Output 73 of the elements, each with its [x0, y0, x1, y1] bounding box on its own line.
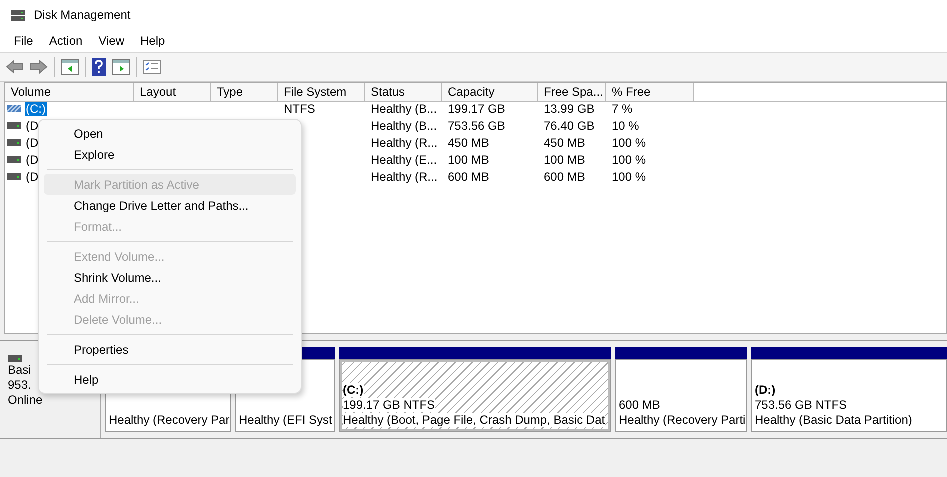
table-cell-text: 753.56 GB: [447, 118, 506, 132]
disk-info-text: Online: [8, 393, 43, 407]
partition-text: Healthy (Basic Data Partition): [755, 413, 912, 427]
window-title: Disk Management: [34, 8, 131, 22]
table-cell-text: 600 MB: [447, 170, 490, 184]
column-header[interactable]: File System: [278, 83, 365, 102]
back-arrow-icon[interactable]: [6, 60, 24, 74]
partition-text: 199.17 GB NTFS: [343, 398, 436, 412]
column-header[interactable]: Type: [211, 83, 278, 102]
forward-arrow-icon[interactable]: [30, 60, 48, 74]
table-cell-text: 100 %: [611, 136, 648, 150]
drive-icon: [7, 139, 21, 146]
table-cell-text: Healthy (B...: [370, 102, 438, 116]
partition-text: Healthy (Recovery Par: [109, 413, 230, 427]
table-cell-text: 7 %: [611, 102, 634, 116]
partition-text: 600 MB: [619, 398, 660, 412]
context-menu-item[interactable]: Shrink Volume...: [44, 267, 296, 288]
table-cell-text: 450 MB: [447, 136, 490, 150]
table-cell-text: Healthy (R...: [370, 136, 439, 150]
table-cell-text: 76.40 GB: [543, 118, 596, 132]
drive-label[interactable]: (D: [25, 152, 40, 166]
column-header[interactable]: Status: [365, 83, 442, 102]
table-cell-text: Healthy (B...: [370, 118, 438, 132]
table-cell-text: 450 MB: [543, 136, 586, 150]
table-cell-text: Healthy (E...: [370, 152, 438, 166]
partition-block[interactable]: (D:) 753.56 GB NTFS Healthy (Basic Data Partition): [751, 359, 947, 432]
table-cell-text: 600 MB: [543, 170, 586, 184]
table-cell-text: 100 %: [611, 152, 648, 166]
volume-icon: [7, 105, 21, 112]
drive-label[interactable]: (D: [25, 170, 40, 184]
partition-block[interactable]: (C:) 199.17 GB NTFS Healthy (Boot, Page File, Crash Dump, Basic Dat: [339, 359, 611, 432]
menu-item[interactable]: File: [6, 34, 42, 48]
panel-icon[interactable]: [112, 59, 130, 75]
table-cell-text: NTFS: [283, 102, 316, 116]
partition-name: (D:): [755, 383, 776, 397]
drive-icon: [7, 122, 21, 129]
partition-text: 753.56 GB NTFS: [755, 398, 848, 412]
column-header[interactable]: Capacity: [442, 83, 538, 102]
partition-text: Healthy (Boot, Page File, Crash Dump, Basic Dat: [343, 413, 606, 427]
menu-item[interactable]: Action: [41, 34, 91, 48]
table-cell-text: 199.17 GB: [447, 102, 506, 116]
context-menu-item[interactable]: Properties: [44, 339, 296, 360]
menu-item[interactable]: View: [90, 34, 132, 48]
menu-item[interactable]: Help: [132, 34, 174, 48]
panel-icon[interactable]: [61, 59, 79, 75]
table-cell-text: 13.99 GB: [543, 102, 596, 116]
table-cell-text: 100 %: [611, 170, 648, 184]
partition-text: Healthy (Recovery Parti: [619, 413, 746, 427]
drive-icon: [8, 355, 22, 362]
table-cell-text: 10 %: [611, 118, 640, 132]
drive-label[interactable]: (C:): [25, 102, 47, 116]
partition-name: (C:): [343, 383, 364, 397]
drive-icon: [7, 173, 21, 180]
drive-label[interactable]: (D: [25, 136, 40, 150]
context-menu-item[interactable]: Open: [44, 123, 296, 144]
partition-text: Healthy (EFI Syst: [239, 413, 332, 427]
partition-block[interactable]: 600 MB Healthy (Recovery Parti: [615, 359, 747, 432]
column-header[interactable]: % Free: [606, 83, 694, 102]
help-icon[interactable]: [92, 58, 106, 76]
checklist-icon[interactable]: [143, 60, 161, 74]
table-cell-text: 100 MB: [447, 152, 490, 166]
column-header[interactable]: Volume: [5, 83, 134, 102]
context-menu-item[interactable]: Explore: [44, 144, 296, 165]
table-cell-text: Healthy (R...: [370, 170, 439, 184]
table-cell-text: 100 MB: [543, 152, 586, 166]
disk-info-text: Basi: [8, 363, 32, 377]
column-header[interactable]: Free Spa...: [538, 83, 606, 102]
drive-icon: [7, 156, 21, 163]
column-header[interactable]: Layout: [134, 83, 211, 102]
disk-management-icon: [10, 8, 26, 22]
drive-label[interactable]: (D: [25, 118, 40, 132]
disk-info-text: 953.: [8, 378, 32, 392]
context-menu-item[interactable]: Change Drive Letter and Paths...: [44, 195, 296, 216]
